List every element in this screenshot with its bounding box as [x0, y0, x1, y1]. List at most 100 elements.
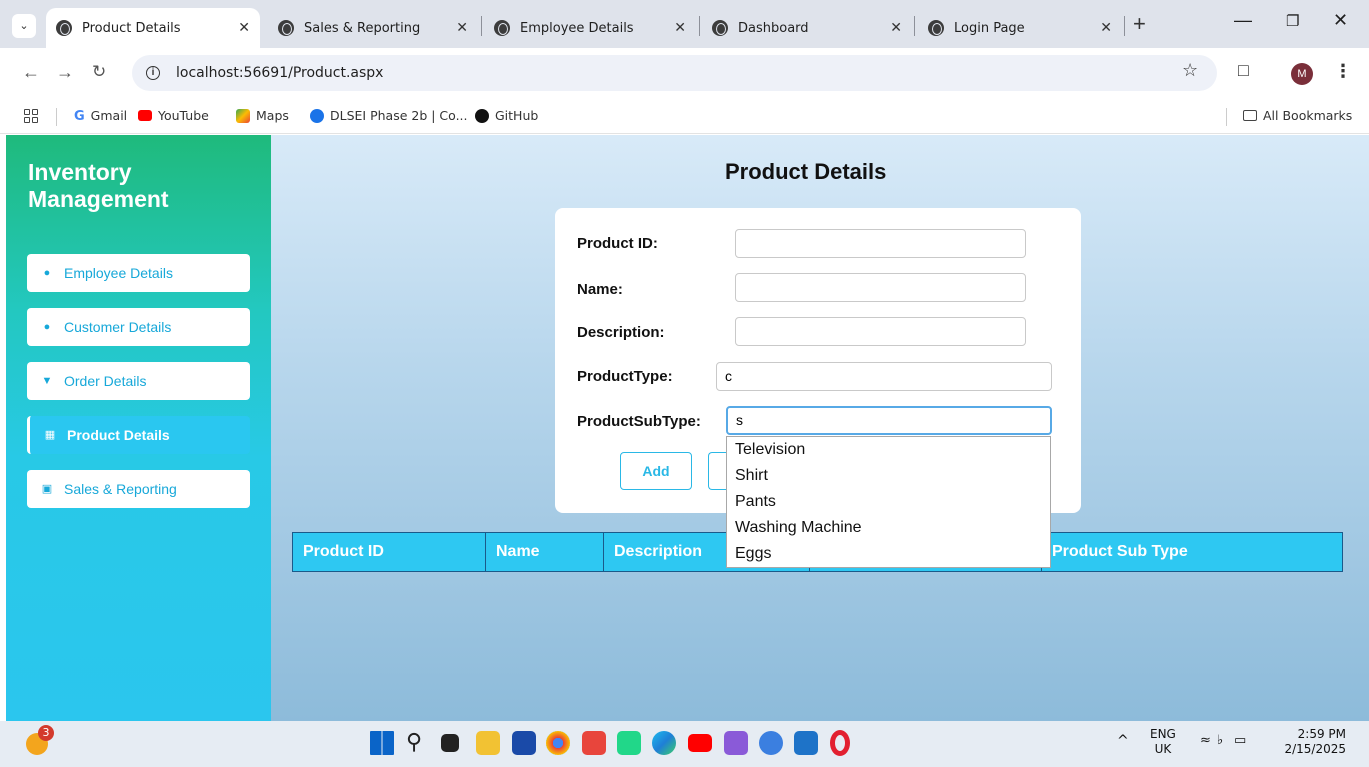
pycharm-icon[interactable]	[617, 731, 641, 755]
tab-title: Product Details	[82, 20, 181, 36]
date-text: 2/15/2025	[1284, 742, 1346, 756]
windows-start-icon[interactable]	[370, 731, 394, 755]
task-view-icon[interactable]	[441, 734, 459, 752]
apps-grid-icon[interactable]	[24, 109, 38, 123]
bookmark-star-icon[interactable]: ☆	[1182, 60, 1198, 81]
new-tab-plus-icon[interactable]: +	[1133, 13, 1146, 35]
menu-kebab-icon[interactable]: ⋮	[1334, 61, 1352, 82]
window-close-icon[interactable]: ✕	[1333, 10, 1348, 31]
bookmark-youtube[interactable]: YouTube	[138, 108, 209, 123]
minimize-icon[interactable]: —	[1234, 10, 1252, 31]
bookmark-label: All Bookmarks	[1263, 108, 1353, 123]
lang-text: ENG	[1150, 727, 1176, 741]
browser-toolbar: ← → ↻ i localhost:56691/Product.aspx ☆ □…	[0, 48, 1369, 100]
visual-studio-icon[interactable]	[724, 731, 748, 755]
tab-sales-reporting[interactable]: Sales & Reporting ✕	[268, 8, 478, 48]
app-icon[interactable]	[759, 731, 783, 755]
extensions-icon[interactable]: □	[1238, 60, 1249, 81]
sidebar-item-order-details[interactable]: ▼ Order Details	[27, 362, 250, 400]
sidebar-item-sales-reporting[interactable]: ▣ Sales & Reporting	[27, 470, 250, 508]
chrome-icon[interactable]	[546, 731, 570, 755]
sidebar-item-product-details[interactable]: ▦ Product Details	[27, 416, 250, 454]
close-icon[interactable]: ✕	[238, 20, 250, 36]
tab-search-chevron-icon[interactable]: ⌄	[12, 14, 36, 38]
sidebar-item-label: Order Details	[64, 373, 147, 389]
product-subtype-input[interactable]: s	[726, 406, 1052, 435]
profile-avatar[interactable]: M	[1291, 63, 1313, 85]
language-indicator[interactable]: ENG UK	[1150, 727, 1176, 757]
github-icon	[475, 108, 489, 123]
autocomplete-option[interactable]: Washing Machine	[727, 515, 1050, 541]
sidebar-item-customer-details[interactable]: ● Customer Details	[27, 308, 250, 346]
edge-icon[interactable]	[652, 731, 676, 755]
bookmark-dlsei[interactable]: DLSEI Phase 2b | Co...	[310, 108, 468, 123]
azure-data-studio-icon[interactable]	[794, 731, 818, 755]
microsoft-store-icon[interactable]	[512, 731, 536, 755]
tab-title: Dashboard	[738, 20, 809, 36]
close-icon[interactable]: ✕	[1100, 20, 1112, 36]
autocomplete-option[interactable]: Television	[727, 437, 1050, 463]
description-label: Description:	[577, 324, 665, 341]
sidebar-item-employee-details[interactable]: ● Employee Details	[27, 254, 250, 292]
column-header-product-id[interactable]: Product ID	[293, 533, 486, 571]
sidebar-item-label: Sales & Reporting	[64, 481, 177, 497]
tray-chevron-icon[interactable]: ^	[1117, 733, 1129, 749]
name-input[interactable]	[735, 273, 1026, 302]
wifi-icon[interactable]: ≈	[1200, 733, 1211, 748]
tab-dashboard[interactable]: Dashboard ✕	[702, 8, 912, 48]
product-id-input[interactable]	[735, 229, 1026, 258]
close-icon[interactable]: ✕	[674, 20, 686, 36]
product-type-label: ProductType:	[577, 368, 673, 385]
forward-arrow-icon[interactable]: →	[56, 62, 74, 83]
opera-icon[interactable]	[830, 730, 850, 756]
bookmark-gmail[interactable]: G Gmail	[74, 108, 127, 124]
clock[interactable]: 2:59 PM 2/15/2025	[1270, 727, 1346, 757]
chart-icon: ▣	[41, 482, 53, 495]
close-icon[interactable]: ✕	[456, 20, 468, 36]
page-title: Product Details	[725, 159, 887, 184]
autocomplete-option[interactable]: Shirt	[727, 463, 1050, 489]
folder-icon	[1243, 110, 1257, 121]
add-button[interactable]: Add	[620, 452, 692, 490]
bookmark-github[interactable]: GitHub	[475, 108, 538, 123]
bookmark-divider	[1226, 108, 1227, 126]
tab-login-page[interactable]: Login Page ✕	[918, 8, 1122, 48]
autocomplete-option[interactable]: Eggs	[727, 541, 1050, 567]
back-arrow-icon[interactable]: ←	[22, 62, 40, 83]
tab-title: Employee Details	[520, 20, 634, 36]
globe-icon	[56, 20, 72, 36]
git-icon[interactable]	[582, 731, 606, 755]
restore-icon[interactable]: ❐	[1286, 12, 1299, 30]
archive-icon: ▦	[44, 428, 56, 441]
tab-employee-details[interactable]: Employee Details ✕	[484, 8, 696, 48]
column-header-name[interactable]: Name	[486, 533, 604, 571]
description-input[interactable]	[735, 317, 1026, 346]
autocomplete-option[interactable]: Pants	[727, 489, 1050, 515]
address-bar[interactable]: i localhost:56691/Product.aspx	[132, 55, 1217, 91]
dlsei-icon	[310, 108, 324, 123]
reload-icon[interactable]: ↻	[92, 62, 106, 82]
sidebar: Inventory Management ● Employee Details …	[6, 135, 271, 721]
youtube-app-icon[interactable]	[688, 734, 712, 752]
file-explorer-icon[interactable]	[476, 731, 500, 755]
product-id-label: Product ID:	[577, 235, 658, 252]
maps-icon	[236, 108, 250, 123]
battery-icon[interactable]: ▭	[1234, 733, 1246, 748]
tab-divider	[699, 16, 700, 36]
volume-icon[interactable]: ♭	[1217, 733, 1223, 748]
url-text[interactable]: localhost:56691/Product.aspx	[176, 65, 383, 81]
all-bookmarks[interactable]: All Bookmarks	[1243, 108, 1352, 123]
tab-title: Login Page	[954, 20, 1025, 36]
column-header-product-sub-type[interactable]: Product Sub Type	[1042, 533, 1342, 571]
tab-strip: ⌄ Product Details ✕ Sales & Reporting ✕ …	[0, 0, 1369, 48]
site-info-icon[interactable]: i	[146, 66, 160, 80]
bookmark-label: DLSEI Phase 2b | Co...	[330, 108, 468, 123]
product-type-input[interactable]: c	[716, 362, 1052, 391]
tab-title: Sales & Reporting	[304, 20, 421, 36]
bookmark-maps[interactable]: Maps	[236, 108, 289, 123]
search-icon[interactable]: ⚲	[406, 731, 430, 755]
sidebar-item-label: Product Details	[67, 427, 170, 443]
region-text: UK	[1154, 742, 1172, 756]
tab-product-details[interactable]: Product Details ✕	[46, 8, 260, 48]
close-icon[interactable]: ✕	[890, 20, 902, 36]
